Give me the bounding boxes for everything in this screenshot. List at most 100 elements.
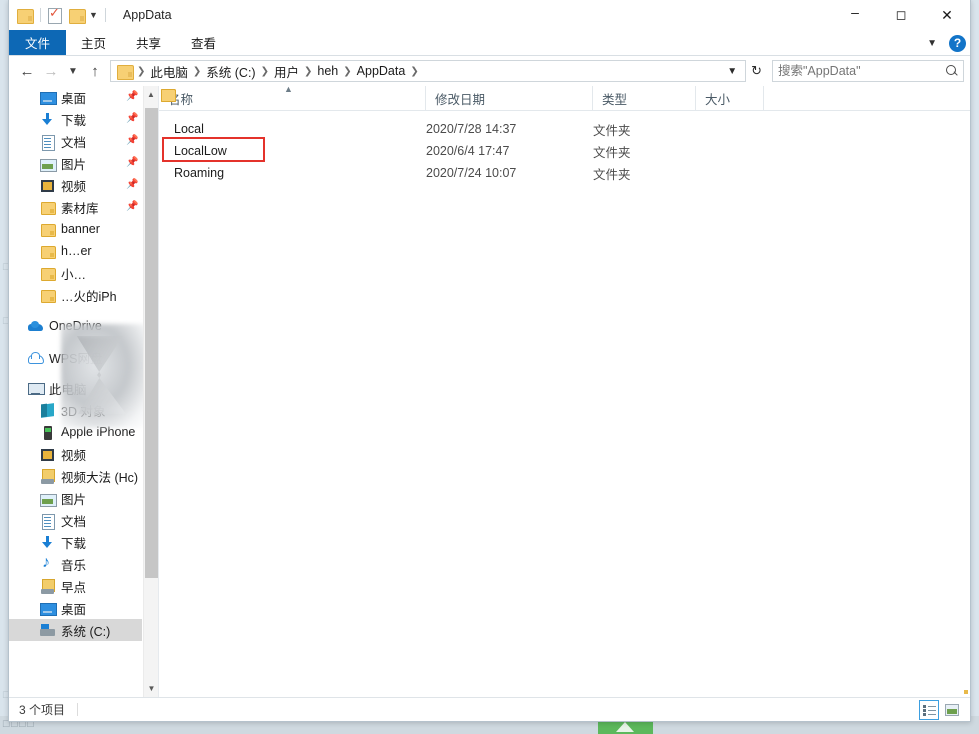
chevron-down-icon[interactable]: ▼ [923,38,941,49]
column-header-size[interactable]: 大小 [696,86,764,111]
window-title: AppData [123,8,172,22]
file-type: 文件夹 [593,164,696,183]
sidebar-item-label: h…er [61,244,92,258]
tab-share[interactable]: 共享 [121,30,176,55]
chevron-up-icon[interactable]: ▲ [144,86,158,103]
documents-icon [39,133,56,150]
sidebar-item-3d-objects[interactable]: 3D 对象 [9,399,142,421]
divider [40,8,41,22]
sidebar-scrollbar[interactable]: ▲ ▼ [143,86,158,697]
breadcrumb-item-this-pc[interactable]: 此电脑 [146,62,192,81]
search-input[interactable] [778,64,938,78]
pin-icon[interactable]: 📌 [126,179,136,190]
navigation-pane: 桌面 📌 下载 📌 文档 📌 图片 [9,86,159,697]
sidebar-item-desktop[interactable]: 桌面 📌 [9,86,142,108]
table-row[interactable]: LocalLow 2020/6/4 17:47 文件夹 [159,140,970,162]
sidebar-item-apple-iphone[interactable]: Apple iPhone [9,421,142,443]
tab-file[interactable]: 文件 [9,30,66,55]
sidebar-item-label: 此电脑 [49,379,87,398]
sidebar-item-desktop-pc[interactable]: 桌面 [9,597,142,619]
breadcrumb-item-heh[interactable]: heh [313,64,342,78]
breadcrumb-item-users[interactable]: 用户 [270,62,303,81]
sidebar-item-documents-pc[interactable]: 文档 [9,509,142,531]
documents-icon [39,512,56,529]
sidebar-item-redacted-2[interactable]: 小… [9,262,142,284]
onedrive-icon [27,318,44,335]
folder-icon[interactable] [17,9,33,22]
pin-icon[interactable]: 📌 [126,91,136,102]
search-icon[interactable] [946,65,958,77]
table-row[interactable]: Roaming 2020/7/24 10:07 文件夹 [159,162,970,184]
breadcrumb-item-system-c[interactable]: 系统 (C:) [202,62,259,81]
address-bar[interactable]: ❯ 此电脑 ❯ 系统 (C:) ❯ 用户 ❯ heh ❯ AppData ❯ ▼ [110,60,746,82]
spacer [9,368,142,377]
customize-dropdown-icon[interactable]: ▼ [89,11,98,20]
column-header-name[interactable]: 名称 ▲ [159,86,426,111]
sidebar-item-redacted-1[interactable]: h…er [9,240,142,262]
folder-icon[interactable] [117,65,133,78]
back-button[interactable]: ← [15,59,39,83]
sidebar-item-system-c[interactable]: 系统 (C:) [9,619,142,641]
sidebar-item-pictures-pc[interactable]: 图片 [9,487,142,509]
sidebar-item-downloads[interactable]: 下载 📌 [9,108,142,130]
scrollbar-thumb[interactable] [145,108,158,578]
tab-view[interactable]: 查看 [176,30,231,55]
file-name-cell[interactable]: LocalLow [159,144,426,158]
sidebar-item-video-drive[interactable]: 视频大法 (Hc) [9,465,142,487]
sidebar-item-downloads-pc[interactable]: 下载 [9,531,142,553]
folder-icon [39,287,56,304]
file-name-cell[interactable]: Roaming [159,166,426,180]
sidebar-item-label: 桌面 [61,88,86,107]
details-view-button[interactable] [919,700,939,720]
table-row[interactable]: Local 2020/7/28 14:37 文件夹 [159,118,970,140]
desktop: ☐☐ ☐☐ ☐☐ ☐☐☐☐ ▼ AppData – ◻ ✕ [0,0,979,734]
maximize-button[interactable]: ◻ [878,0,924,30]
sidebar-item-label: banner [61,222,100,236]
sidebar-item-music[interactable]: 音乐 [9,553,142,575]
breadcrumb-separator: ❯ [342,66,352,77]
sidebar-item-videos-pc[interactable]: 视频 [9,443,142,465]
sidebar-item-pictures[interactable]: 图片 📌 [9,152,142,174]
divider [77,703,78,716]
sidebar-item-redacted-3[interactable]: …火的iPh [9,284,142,306]
column-header-type[interactable]: 类型 [593,86,696,111]
sidebar-item-label: 小… [61,264,86,283]
ribbon-right-controls: ▼ ? [923,30,966,56]
this-pc-icon [27,380,44,397]
sidebar-item-label: 下载 [61,110,86,129]
forward-button[interactable]: → [39,59,63,83]
properties-icon[interactable] [48,8,62,23]
file-date: 2020/6/4 17:47 [426,144,593,158]
sidebar-item-label: 系统 (C:) [61,621,110,640]
column-header-date[interactable]: 修改日期 [426,86,593,111]
pin-icon[interactable]: 📌 [126,135,136,146]
sidebar-item-wps-cloud[interactable]: WPS网盘 [9,346,142,368]
close-button[interactable]: ✕ [924,0,970,30]
large-icons-view-button[interactable] [942,700,962,720]
pin-icon[interactable]: 📌 [126,201,136,212]
file-name-cell[interactable]: Local [159,122,426,136]
sidebar-item-documents[interactable]: 文档 📌 [9,130,142,152]
sidebar-item-videos[interactable]: 视频 📌 [9,174,142,196]
sidebar-item-banner[interactable]: banner [9,218,142,240]
search-box[interactable] [772,60,964,82]
sidebar-item-material-library[interactable]: 素材库 📌 [9,196,142,218]
sidebar-item-this-pc[interactable]: 此电脑 [9,377,142,399]
pin-icon[interactable]: 📌 [126,113,136,124]
recent-locations-button[interactable]: ▼ [63,59,83,83]
minimize-button[interactable]: – [832,0,878,30]
address-bar-controls: ▼ [721,66,743,77]
large-icons-view-icon [945,704,959,716]
breadcrumb-item-appdata[interactable]: AppData [353,64,410,78]
tab-home[interactable]: 主页 [66,30,121,55]
chevron-down-icon[interactable]: ▼ [144,680,159,697]
help-button[interactable]: ? [949,35,966,52]
new-folder-icon[interactable] [69,9,85,22]
up-button[interactable]: ↑ [83,59,107,83]
pin-icon[interactable]: 📌 [126,157,136,168]
refresh-icon[interactable]: ↻ [746,63,767,79]
sidebar-item-onedrive[interactable]: OneDrive [9,315,142,337]
chevron-down-icon[interactable]: ▼ [721,66,743,77]
sidebar-item-zaodian[interactable]: 早点 [9,575,142,597]
download-icon [39,534,56,551]
